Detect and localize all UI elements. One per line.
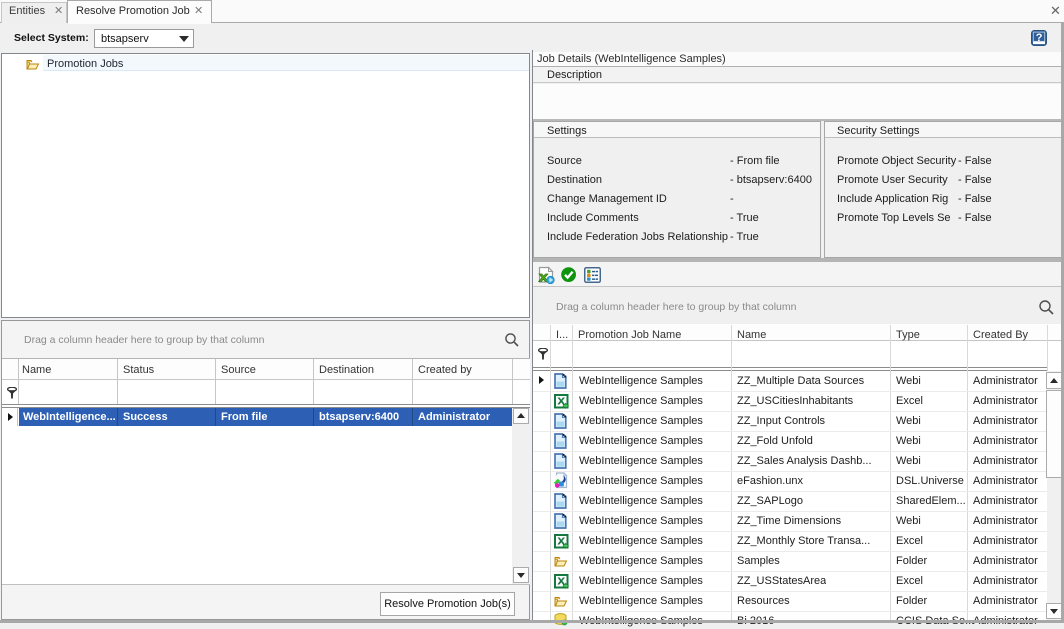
svg-text:?: ?	[1036, 32, 1043, 44]
